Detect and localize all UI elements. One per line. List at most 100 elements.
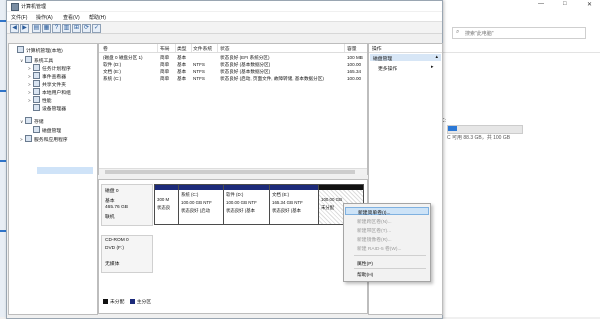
tree-node-icon	[33, 126, 40, 133]
tree-item[interactable]: > 共享文件夹	[28, 80, 66, 88]
context-menu-item-label: 属性(P)	[357, 262, 373, 267]
tree-item-label: 计算机管理(本地)	[26, 49, 63, 54]
up-folder-icon[interactable]: ▤	[32, 24, 41, 33]
column-volume[interactable]: 卷	[103, 45, 108, 52]
legend-primary-label: 主分区	[136, 300, 152, 305]
context-menu-item-label: 新建 RAID-5 卷(W)...	[357, 247, 402, 252]
context-menu: 新建简单卷(I)... 新建跨区卷(N)... 新建带区卷(T)... 新建镜像卷(R…	[343, 203, 431, 282]
partition-text: 系统 (C:)	[181, 192, 199, 197]
cdrom-0-info[interactable]: CD-ROM 0 DVD (F:) 无媒体	[101, 235, 153, 273]
context-menu-item: 新建镜像卷(R)...	[345, 235, 429, 243]
context-menu-item[interactable]: 帮助(H)	[345, 270, 429, 278]
maximize-icon[interactable]: □	[563, 1, 567, 7]
background-drive-usage-bar	[447, 125, 523, 134]
partition-text: 状态良	[157, 205, 171, 210]
help-icon[interactable]: ?	[52, 24, 61, 33]
context-menu-item[interactable]: 新建简单卷(I)...	[345, 207, 429, 216]
menu-view[interactable]: 查看(V)	[63, 14, 80, 21]
table-cell: 100 MB	[347, 55, 363, 60]
partition-text: 状态良好 (基本	[226, 208, 256, 213]
menu-help[interactable]: 帮助(H)	[89, 14, 106, 21]
tree-item[interactable]: 计算机管理(本地)	[12, 46, 63, 54]
partition-block[interactable]: 文档 (E:) 165.34 GB NTF 状态良好 (基本	[269, 184, 319, 225]
column-type[interactable]: 类型	[177, 45, 187, 52]
background-window-controls: — □ ✕	[530, 0, 600, 8]
partition-text: 状态良好 (启动	[181, 208, 211, 213]
table-row[interactable]: 系统 (C:) 简单 基本 NTFS 状态良好 (启动, 页面文件, 故障转储, 基本数…	[99, 75, 367, 82]
disk-0-info[interactable]: 磁盘 0 基本 465.76 GB 联机	[101, 184, 153, 226]
check-icon[interactable]: ✓	[92, 24, 101, 33]
close-icon[interactable]: ✕	[587, 1, 592, 8]
minimize-icon[interactable]: —	[538, 1, 544, 7]
context-menu-item-label: 帮助(H)	[357, 273, 374, 278]
tree-item[interactable]: > 任务计划程序	[28, 64, 71, 72]
table-cell: NTFS	[193, 62, 205, 67]
tree-item[interactable]: > 本地用户和组	[28, 88, 71, 96]
tree-node-icon	[25, 135, 32, 142]
legend-primary-swatch	[129, 299, 135, 304]
context-menu-item[interactable]: 属性(P)	[345, 259, 429, 267]
partition-header-bar	[155, 185, 178, 190]
partition-header-bar	[270, 185, 318, 190]
background-search-input[interactable]: ⌕ 搜索"此电脑"	[452, 27, 586, 39]
partition-text: 165.34 GB NTF	[272, 200, 303, 205]
toolbar: ◀ ▶ ▤ ▦ ? ▥ ⊞ ⟳ ✓	[7, 22, 442, 34]
forward-icon[interactable]: ▶	[20, 24, 29, 33]
tree-item-label: 服务和应用程序	[34, 138, 68, 143]
partition-block[interactable]: 软件 (D:) 100.00 GB NTF 状态良好 (基本	[223, 184, 270, 225]
search-placeholder: 搜索"此电脑"	[465, 31, 494, 37]
tree-item[interactable]: > 事件查看器	[28, 72, 66, 80]
table-cell: 100.00	[347, 76, 362, 81]
column-capacity[interactable]: 容量	[347, 45, 357, 52]
scrollbar-thumb[interactable]	[105, 170, 355, 174]
actions-title-text: 操作	[372, 47, 382, 52]
table-cell: 165.34	[347, 69, 362, 74]
connect-icon[interactable]: ⊞	[72, 24, 81, 33]
tree-node-icon	[33, 96, 40, 103]
column-divider	[191, 44, 192, 52]
view-list-icon[interactable]: ▥	[62, 24, 71, 33]
tree-item[interactable]: ∨ 存储	[20, 117, 44, 125]
table-row[interactable]: 文档 (E:) 简单 基本 NTFS 状态良好 (基本数据分区) 165.34	[99, 68, 367, 75]
menu-action[interactable]: 操作(A)	[36, 14, 53, 21]
actions-section-disk-management[interactable]: 磁盘管理 ▴	[370, 54, 441, 62]
back-icon[interactable]: ◀	[10, 24, 19, 33]
actions-title: 操作	[369, 44, 442, 53]
table-row[interactable]: (磁盘 0 磁盘分区 1) 简单 基本 状态良好 (EFI 系统分区) 100 MB	[99, 54, 367, 61]
partition-text: 软件 (D:)	[226, 192, 244, 197]
tree-item[interactable]: ∨ 系统工具	[20, 56, 53, 64]
menu-file[interactable]: 文件(F)	[11, 14, 27, 21]
cdrom-0-name: CD-ROM 0	[105, 238, 129, 243]
context-menu-item: 新建跨区卷(N)...	[345, 217, 429, 225]
table-cell: 状态良好 (启动, 页面文件, 故障转储, 基本数据分区)	[220, 76, 324, 81]
column-status[interactable]: 状态	[220, 45, 230, 52]
partition-text: 100.00 GB	[321, 197, 342, 202]
collapse-up-icon[interactable]: ▴	[435, 54, 438, 60]
tree-item-label: 设备管理器	[42, 107, 66, 112]
rescan-icon[interactable]: ⟳	[82, 24, 91, 33]
tree-item[interactable]: > 服务和应用程序	[20, 135, 68, 143]
properties-icon[interactable]: ▦	[42, 24, 51, 33]
disk-0-name: 磁盘 0	[105, 189, 119, 194]
tree-item-label: 存储	[34, 120, 44, 125]
column-layout[interactable]: 布局	[160, 45, 170, 52]
horizontal-scrollbar[interactable]	[99, 168, 367, 175]
tree-item[interactable]: > 性能	[28, 96, 52, 104]
disk-map: 磁盘 0 基本 465.76 GB 联机 CD-ROM 0 DVD (F:) 无…	[98, 179, 368, 314]
partition-block[interactable]: 300 M 状态良	[154, 184, 179, 225]
column-filesystem[interactable]: 文件系统	[193, 45, 212, 52]
partition-header-bar	[224, 185, 269, 190]
tree-node-icon	[33, 104, 40, 111]
disk-0-type: 基本	[105, 199, 115, 204]
partition-header-bar	[179, 185, 223, 190]
partition-block[interactable]: 系统 (C:) 100.00 GB NTF 状态良好 (启动	[178, 184, 224, 225]
chevron-right-icon[interactable]: ▸	[431, 64, 434, 70]
tree-item[interactable]: 磁盘管理	[28, 126, 61, 134]
menu-separator	[354, 255, 426, 256]
partition-text: 100.00 GB NTF	[226, 200, 257, 205]
tree-selection-highlight	[37, 167, 93, 174]
more-actions-link[interactable]: 更多操作	[378, 65, 397, 72]
table-row[interactable]: 软件 (D:) 简单 基本 NTFS 状态良好 (基本数据分区) 100.00	[99, 61, 367, 68]
tree-item[interactable]: 设备管理器	[28, 104, 66, 112]
disk-0-status: 联机	[105, 215, 115, 220]
